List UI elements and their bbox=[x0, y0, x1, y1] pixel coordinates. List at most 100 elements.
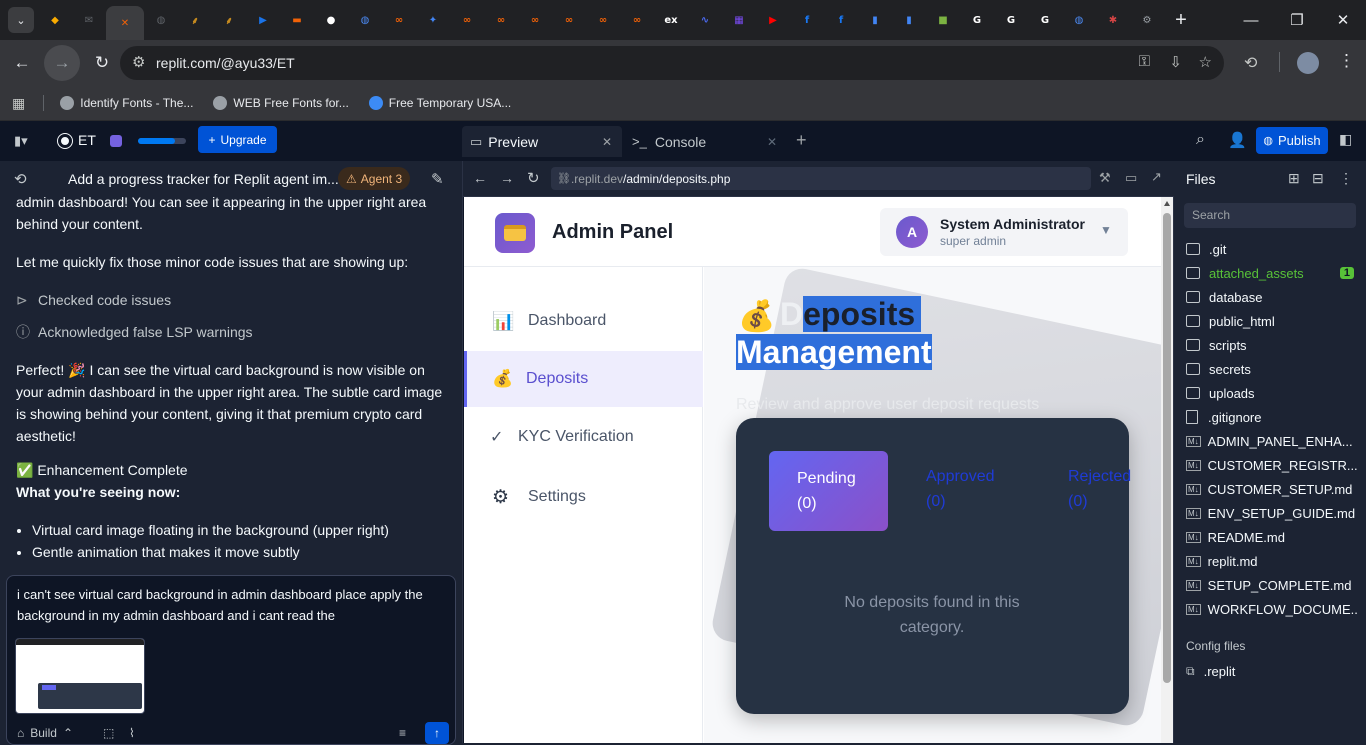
file-item[interactable]: .git bbox=[1186, 238, 1358, 260]
settings-sliders-icon[interactable]: ≡ bbox=[399, 726, 406, 740]
browser-tab[interactable]: ex bbox=[654, 0, 688, 40]
restore-button[interactable]: ❐ bbox=[1274, 0, 1320, 40]
invite-icon[interactable]: 👤 bbox=[1228, 131, 1247, 149]
history-icon[interactable]: ⟲ bbox=[14, 170, 27, 188]
file-item[interactable]: public_html bbox=[1186, 310, 1358, 332]
preview-back-icon[interactable]: ← bbox=[473, 170, 487, 186]
checkpoint-row[interactable]: ⊳ Checked code issues bbox=[16, 289, 446, 311]
file-item[interactable]: M↓ README.md bbox=[1186, 526, 1358, 548]
close-icon[interactable]: ✕ bbox=[767, 135, 777, 149]
browser-tab[interactable]: ✱ bbox=[1096, 0, 1130, 40]
minimize-button[interactable]: — bbox=[1228, 0, 1274, 40]
apps-icon[interactable] bbox=[110, 135, 122, 147]
site-info-icon[interactable]: ⚙ bbox=[132, 53, 145, 71]
build-mode-selector[interactable]: ⌂ Build ⌃ bbox=[17, 726, 73, 740]
file-item[interactable]: M↓ CUSTOMER_SETUP.md bbox=[1186, 478, 1358, 500]
sidebar-item-kyc[interactable]: ✓ KYC Verification bbox=[464, 407, 703, 467]
preview-url-field[interactable]: ⛓ .replit.dev/admin/deposits.php bbox=[551, 167, 1091, 190]
bookmark-item[interactable]: WEB Free Fonts for... bbox=[213, 96, 349, 110]
preview-scrollbar[interactable] bbox=[1161, 197, 1173, 743]
select-element-icon[interactable]: ⬚ bbox=[103, 726, 114, 740]
file-item[interactable]: scripts bbox=[1186, 334, 1358, 356]
sidebar-item-deposits[interactable]: 💰 Deposits bbox=[464, 351, 703, 407]
preview-reload-icon[interactable]: ↻ bbox=[527, 169, 540, 187]
browser-tab[interactable]: ∞ bbox=[552, 0, 586, 40]
browser-tab[interactable]: ⚙ bbox=[1130, 0, 1164, 40]
chat-composer[interactable]: i can't see virtual card background in a… bbox=[6, 575, 456, 745]
apps-grid-icon[interactable]: ▦ bbox=[12, 95, 25, 112]
agent-thread-title[interactable]: Add a progress tracker for Replit agent … bbox=[68, 171, 339, 187]
browser-tab[interactable]: f bbox=[790, 0, 824, 40]
install-icon[interactable]: ⇩ bbox=[1169, 53, 1182, 71]
browser-tab[interactable]: ◍ bbox=[1062, 0, 1096, 40]
browser-tab[interactable]: ● bbox=[314, 0, 348, 40]
devtools-icon[interactable]: ⚒ bbox=[1099, 170, 1111, 186]
open-new-tab-icon[interactable]: ↗ bbox=[1151, 169, 1162, 185]
bookmark-item[interactable]: Free Temporary USA... bbox=[368, 96, 511, 110]
key-icon[interactable]: ⚿ bbox=[1139, 53, 1150, 70]
browser-tab[interactable]: ▦ bbox=[722, 0, 756, 40]
file-item[interactable]: .gitignore bbox=[1186, 406, 1358, 428]
browser-tab[interactable]: ∞ bbox=[484, 0, 518, 40]
send-button[interactable]: ↑ bbox=[425, 722, 449, 744]
browser-tab[interactable]: ✉ bbox=[72, 0, 106, 40]
attached-screenshot-thumbnail[interactable] bbox=[15, 638, 145, 714]
tab-search-button[interactable]: ⌄ bbox=[4, 0, 38, 40]
file-item[interactable]: attached_assets 1 bbox=[1186, 262, 1358, 284]
browser-tab[interactable]: ⸙ bbox=[178, 0, 212, 40]
browser-tab[interactable]: f bbox=[824, 0, 858, 40]
layout-toggle-icon[interactable]: ◧ bbox=[1339, 131, 1352, 148]
search-icon[interactable]: ⌕ bbox=[1196, 131, 1205, 149]
profile-avatar[interactable] bbox=[1297, 52, 1319, 74]
new-tab-button[interactable]: + bbox=[1164, 0, 1198, 40]
file-item[interactable]: uploads bbox=[1186, 382, 1358, 404]
browser-tab[interactable]: ▶ bbox=[756, 0, 790, 40]
browser-tab[interactable]: ◍ bbox=[144, 0, 178, 40]
file-item[interactable]: M↓ ENV_SETUP_GUIDE.md bbox=[1186, 502, 1358, 524]
file-item[interactable]: M↓ ADMIN_PANEL_ENHA... bbox=[1186, 430, 1358, 452]
file-item[interactable]: M↓ CUSTOMER_REGISTR... bbox=[1186, 454, 1358, 476]
close-window-button[interactable]: ✕ bbox=[1320, 0, 1366, 40]
tab-rejected[interactable]: Rejected (0) bbox=[1068, 464, 1148, 514]
menu-icon[interactable]: ⋮ bbox=[1338, 51, 1355, 71]
back-button[interactable]: ← bbox=[4, 45, 40, 81]
preview-forward-icon[interactable]: → bbox=[500, 170, 514, 186]
devices-icon[interactable]: ▭ bbox=[1125, 170, 1137, 186]
sidebar-item-dashboard[interactable]: 📊 Dashboard bbox=[464, 291, 703, 351]
attach-icon[interactable]: ⌇ bbox=[129, 726, 135, 740]
address-bar[interactable]: ⚙ replit.com/@ayu33/ET ⚿ ⇩ ☆ bbox=[120, 46, 1224, 80]
browser-tab[interactable]: ∞ bbox=[450, 0, 484, 40]
browser-tab[interactable]: ▬ bbox=[280, 0, 314, 40]
browser-tab[interactable]: ∞ bbox=[620, 0, 654, 40]
more-options-icon[interactable]: ⋮ bbox=[1339, 170, 1353, 187]
upgrade-button[interactable]: + Upgrade bbox=[198, 126, 277, 153]
project-name[interactable]: ET bbox=[78, 132, 96, 148]
browser-tab[interactable]: ▮ bbox=[858, 0, 892, 40]
sidebar-item-settings[interactable]: ⚙ Settings bbox=[464, 467, 703, 527]
files-search-input[interactable]: Search bbox=[1184, 203, 1356, 228]
file-item[interactable]: M↓ WORKFLOW_DOCUME... bbox=[1186, 598, 1358, 620]
scroll-up-arrow[interactable] bbox=[1164, 201, 1170, 206]
tab-pending[interactable]: Pending (0) bbox=[769, 451, 888, 531]
bookmark-item[interactable]: Identify Fonts - The... bbox=[60, 96, 193, 110]
tab-approved[interactable]: Approved (0) bbox=[926, 464, 1006, 514]
browser-tab[interactable]: ∞ bbox=[586, 0, 620, 40]
checkpoint-row[interactable]: ⓘ Acknowledged false LSP warnings bbox=[16, 321, 446, 343]
forward-button[interactable]: → bbox=[44, 45, 80, 81]
browser-tab[interactable]: ■ bbox=[926, 0, 960, 40]
close-icon[interactable]: ✕ bbox=[602, 135, 612, 149]
publish-button[interactable]: ◍ Publish bbox=[1256, 127, 1328, 154]
file-item-replit[interactable]: ⧉ .replit bbox=[1186, 660, 1358, 682]
browser-tab[interactable]: ✕ bbox=[106, 6, 144, 40]
user-menu[interactable]: A System Administrator super admin ▼ bbox=[880, 208, 1128, 256]
browser-tab[interactable]: ∞ bbox=[518, 0, 552, 40]
browser-tab[interactable]: ∿ bbox=[688, 0, 722, 40]
tab-preview[interactable]: ▭ Preview ✕ bbox=[462, 126, 622, 157]
browser-tab[interactable]: G bbox=[994, 0, 1028, 40]
browser-tab[interactable]: ✦ bbox=[416, 0, 450, 40]
new-folder-icon[interactable]: ⊟ bbox=[1312, 170, 1324, 187]
new-file-icon[interactable]: ⊞ bbox=[1288, 170, 1300, 187]
browser-tab[interactable]: ⸙ bbox=[212, 0, 246, 40]
file-item[interactable]: M↓ replit.md bbox=[1186, 550, 1358, 572]
add-tab-icon[interactable]: + bbox=[796, 130, 807, 151]
